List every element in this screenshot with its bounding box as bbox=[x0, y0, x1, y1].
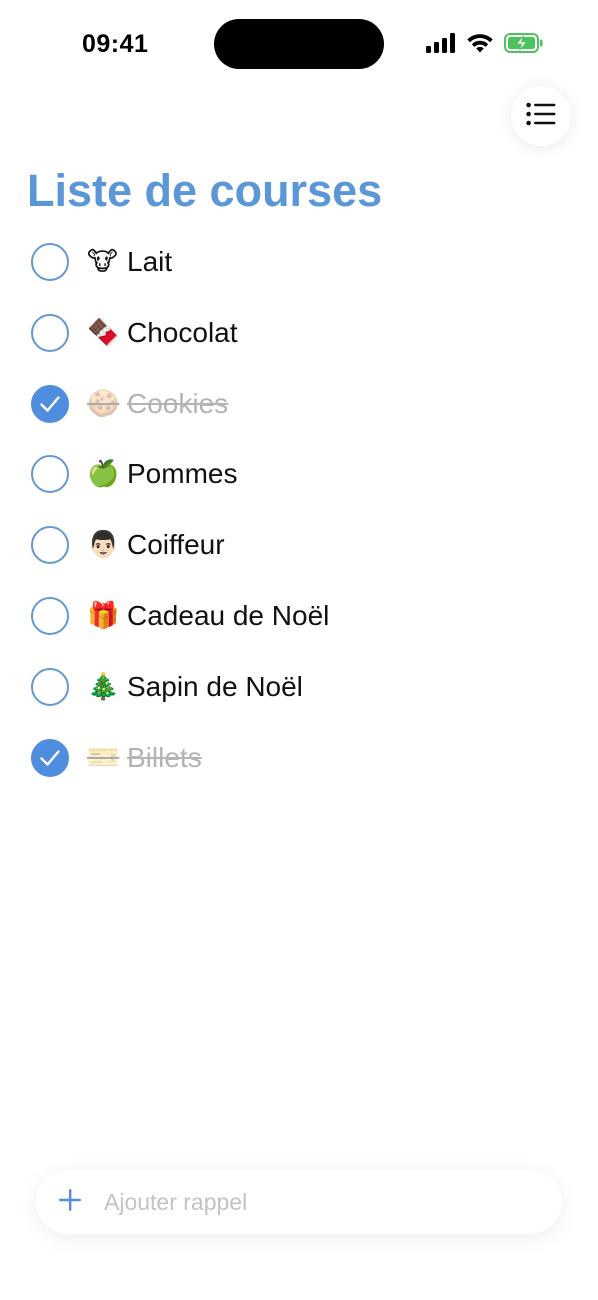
item-emoji: 🎄 bbox=[87, 671, 120, 702]
checkbox[interactable] bbox=[31, 738, 69, 777]
plus-icon[interactable] bbox=[36, 1188, 82, 1217]
item-emoji: 👨🏻 bbox=[87, 530, 120, 561]
wifi-icon bbox=[466, 32, 494, 53]
battery-charging-icon bbox=[504, 32, 544, 53]
reminder-item[interactable]: 🎄 Sapin de Noël bbox=[31, 664, 571, 735]
add-reminder-bar bbox=[36, 1170, 562, 1234]
reminder-item[interactable]: 🍪 Cookies bbox=[31, 381, 571, 452]
list-bullet-icon bbox=[526, 102, 556, 131]
checkmark-icon bbox=[40, 749, 60, 766]
item-emoji: 🐮 bbox=[87, 247, 118, 277]
page-title: Liste de courses bbox=[27, 165, 383, 216]
item-emoji: 🍏 bbox=[87, 459, 120, 490]
status-time: 09:41 bbox=[82, 30, 149, 58]
reminder-item[interactable]: 🐮 Lait bbox=[31, 239, 571, 310]
checkbox[interactable] bbox=[31, 667, 69, 706]
checkbox[interactable] bbox=[31, 455, 69, 494]
checkbox[interactable] bbox=[31, 596, 69, 635]
item-label: Pommes bbox=[127, 458, 238, 490]
reminder-item[interactable]: 🍫 Chocolat bbox=[31, 310, 571, 381]
checkmark-icon bbox=[40, 395, 60, 412]
reminder-item[interactable]: 👨🏻 Coiffeur bbox=[31, 522, 571, 593]
item-label: Sapin de Noël bbox=[127, 670, 303, 702]
dynamic-island bbox=[214, 19, 384, 69]
reminder-item[interactable]: 🎁 Cadeau de Noël bbox=[31, 593, 571, 664]
status-icons bbox=[426, 32, 544, 53]
checkbox[interactable] bbox=[31, 313, 69, 352]
status-bar: 09:41 bbox=[0, 0, 598, 90]
cellular-signal-icon bbox=[426, 32, 456, 53]
reminder-item[interactable]: 🍏 Pommes bbox=[31, 451, 571, 522]
item-emoji: 🍫 bbox=[87, 317, 120, 348]
checkbox[interactable] bbox=[31, 243, 69, 281]
add-reminder-input[interactable] bbox=[104, 1188, 524, 1216]
item-label: Lait bbox=[127, 246, 173, 277]
item-emoji: 🍪 bbox=[87, 388, 120, 419]
item-label: Coiffeur bbox=[127, 529, 225, 561]
list-menu-button[interactable] bbox=[511, 86, 571, 146]
reminder-list: 🐮 Lait 🍫 Chocolat 🍪 Cookies 🍏 Pommes 👨🏻 … bbox=[31, 239, 571, 805]
checkbox[interactable] bbox=[31, 526, 69, 565]
checkbox[interactable] bbox=[31, 384, 69, 423]
item-label: Cadeau de Noël bbox=[127, 599, 330, 631]
item-label: Chocolat bbox=[127, 316, 238, 348]
item-label: Cookies bbox=[127, 387, 229, 419]
reminder-item[interactable]: 🎫 Billets bbox=[31, 735, 571, 806]
item-emoji: 🎁 bbox=[87, 600, 120, 631]
item-label: Billets bbox=[127, 741, 202, 773]
item-emoji: 🎫 bbox=[87, 742, 120, 773]
